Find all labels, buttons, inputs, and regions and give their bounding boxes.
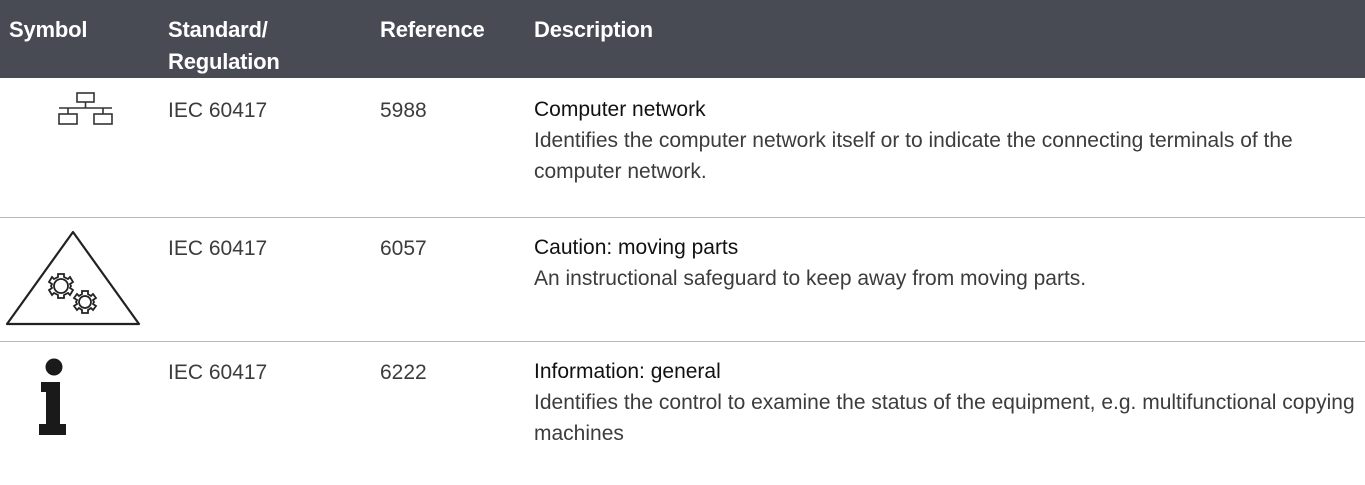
table-body: IEC 60417 5988 Computer network Identifi… (0, 78, 1365, 484)
reference-cell: 6222 (380, 360, 427, 384)
table-header: Symbol Standard/ Regulation Reference De… (0, 0, 1365, 78)
symbols-table: Symbol Standard/ Regulation Reference De… (0, 0, 1365, 484)
header-description: Description (534, 17, 653, 42)
symbol-cell (0, 341, 160, 484)
header-standard-line2: Regulation (168, 49, 280, 74)
description-text: Identifies the computer network itself o… (534, 129, 1293, 183)
symbol-cell (0, 78, 160, 217)
header-symbol: Symbol (9, 17, 88, 42)
description-text: An instructional safeguard to keep away … (534, 266, 1087, 290)
header-reference: Reference (380, 17, 485, 42)
description-title: Information: general (534, 359, 721, 383)
standard-cell: IEC 60417 (168, 99, 268, 122)
standard-cell: IEC 60417 (168, 236, 268, 260)
header-standard-line1: Standard/ (168, 17, 268, 42)
information-icon (39, 358, 66, 435)
header-standard: Standard/ Regulation (160, 0, 372, 78)
reference-cell: 5988 (380, 99, 427, 122)
caution-moving-parts-icon (5, 230, 141, 325)
standard-cell: IEC 60417 (168, 360, 268, 384)
table-row: IEC 60417 6057 Caution: moving parts An … (0, 217, 1365, 341)
symbol-cell (0, 217, 160, 341)
header-row: Symbol Standard/ Regulation Reference De… (0, 0, 1365, 78)
description-title: Caution: moving parts (534, 235, 739, 259)
description-cell: Information: general Identifies the cont… (526, 341, 1365, 484)
table-row: IEC 60417 6222 Information: general Iden… (0, 341, 1365, 484)
table-row: IEC 60417 5988 Computer network Identifi… (0, 78, 1365, 217)
computer-network-icon (58, 92, 113, 125)
description-title: Computer network (534, 98, 706, 121)
reference-cell: 6057 (380, 236, 427, 260)
description-text: Identifies the control to examine the st… (534, 390, 1355, 445)
description-cell: Computer network Identifies the computer… (526, 78, 1365, 217)
description-cell: Caution: moving parts An instructional s… (526, 217, 1365, 341)
